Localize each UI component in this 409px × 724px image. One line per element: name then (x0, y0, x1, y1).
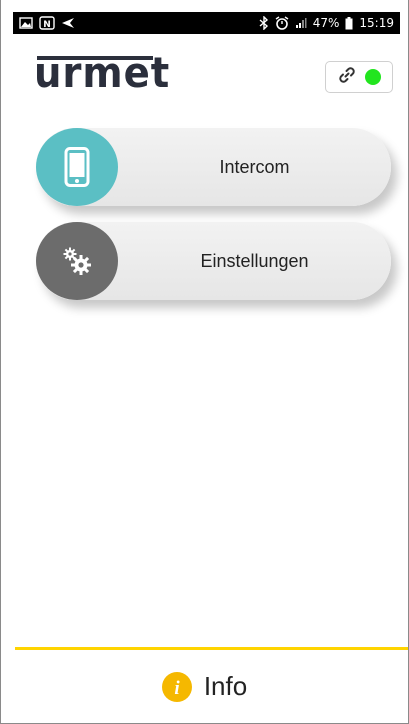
battery-icon (345, 16, 353, 30)
smartphone-icon (36, 128, 118, 206)
svg-text:N: N (43, 20, 51, 30)
intercom-label: Intercom (219, 156, 290, 177)
settings-label: Einstellungen (200, 250, 309, 271)
urmet-logo: urmet (34, 48, 171, 97)
info-icon: i (161, 671, 192, 702)
settings-button[interactable]: Einstellungen (36, 222, 391, 300)
connection-status-dot (365, 69, 381, 85)
clock: 15:19 (359, 16, 394, 30)
svg-text:i: i (174, 678, 180, 697)
navigation-icon (61, 17, 75, 29)
info-button[interactable]: i Info (1, 650, 408, 723)
alarm-icon (275, 16, 289, 30)
link-icon (337, 65, 357, 90)
battery-percent: 47% (312, 16, 340, 30)
status-right: 47% 15:19 (259, 16, 394, 30)
status-bar: N 47% 15:19 (13, 12, 400, 34)
nfc-icon: N (39, 16, 55, 30)
app-frame: N 47% 15:19 urmet Intercom Einstellungen… (0, 0, 409, 724)
connection-status-button[interactable] (325, 61, 393, 93)
status-left: N (19, 16, 75, 30)
signal-icon (295, 17, 307, 29)
intercom-button[interactable]: Intercom (36, 128, 391, 206)
bluetooth-icon (259, 16, 269, 30)
info-label: Info (203, 671, 248, 701)
image-icon (19, 17, 33, 29)
gears-icon (36, 222, 118, 300)
